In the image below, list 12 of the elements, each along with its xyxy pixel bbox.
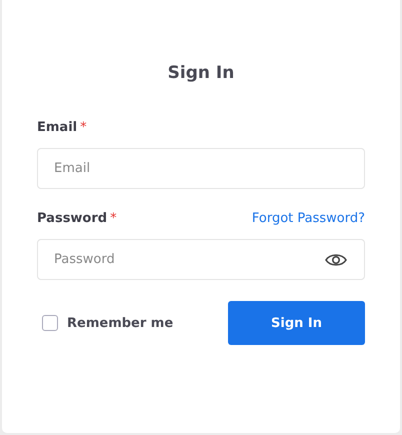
form-title: Sign In [168,62,234,84]
checkbox-label: Remember me [67,316,174,330]
sign-in-button[interactable]: Sign In [228,301,365,345]
email-field[interactable]: Email [37,148,365,189]
required-mark: * [110,211,117,226]
required-mark: * [80,120,87,135]
password-field[interactable]: Password [37,239,365,280]
eye-icon[interactable] [325,253,347,267]
field-label: Password [37,211,108,226]
field-label: Email [37,120,78,135]
checkbox[interactable] [42,315,58,331]
forgot-password-link[interactable]: Forgot Password? [252,211,365,226]
